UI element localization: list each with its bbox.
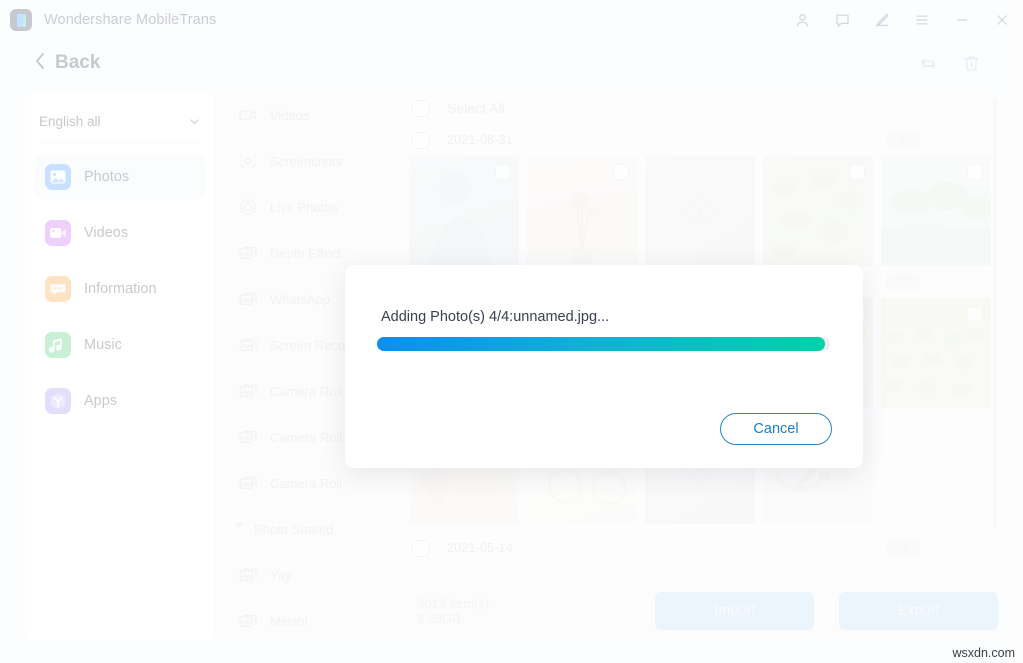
progress-dialog: Adding Photo(s) 4/4:unnamed.jpg... Cance… [345, 265, 863, 468]
progress-bar-fill [377, 337, 826, 351]
progress-bar-track [377, 337, 830, 351]
cancel-button[interactable]: Cancel [720, 413, 832, 445]
application-window: Wondershare MobileTrans [0, 0, 1023, 663]
progress-message: Adding Photo(s) 4/4:unnamed.jpg... [381, 309, 610, 325]
watermark: wsxdn.com [952, 646, 1015, 660]
